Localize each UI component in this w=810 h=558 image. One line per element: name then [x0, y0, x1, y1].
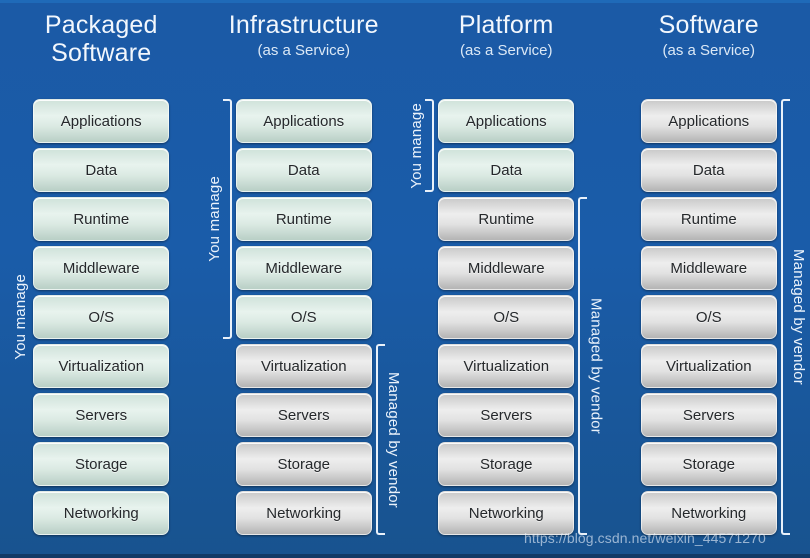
column-subtitle: (as a Service) [459, 42, 553, 59]
layer-box-o-s: O/S [438, 295, 575, 339]
layer-box-data: Data [235, 148, 372, 192]
bracket-rule [578, 197, 588, 535]
column-headers: Packaged Software Infrastructure (as a Serv… [0, 3, 810, 95]
layer-box-storage: Storage [438, 442, 575, 486]
layer-box-servers: Servers [33, 393, 170, 437]
layer-box-data: Data [640, 148, 777, 192]
bracket-label-managed-by-vendor: Managed by vendor [587, 298, 605, 434]
layer-box-virtualization: Virtualization [640, 344, 777, 388]
column-title: Packaged [44, 11, 158, 39]
cloud-service-models-diagram: Packaged Software Infrastructure (as a Serv… [0, 0, 810, 558]
bracket-rule [375, 344, 385, 535]
layer-box-data: Data [438, 148, 575, 192]
layer-stack: Applications Data Runtime Middleware O/S Virt… [408, 95, 604, 535]
layer-box-applications: Applications [235, 99, 372, 143]
layer-box-networking: Networking [33, 491, 170, 535]
layer-box-storage: Storage [33, 442, 170, 486]
layer-box-runtime: Runtime [235, 197, 372, 241]
bracket-managed-by-vendor: Managed by vendor [578, 197, 604, 535]
layer-box-applications: Applications [640, 99, 777, 143]
layer-box-middleware: Middleware [640, 246, 777, 290]
column-header-infrastructure-as-a-service: Infrastructure (as a Service) [203, 3, 406, 95]
column-subtitle: (as a Service) [257, 42, 351, 59]
layer-box-applications: Applications [33, 99, 170, 143]
layer-box-storage: Storage [640, 442, 777, 486]
bracket-managed-by-vendor: Managed by vendor [780, 99, 807, 535]
layer-box-networking: Networking [640, 491, 777, 535]
column-infrastructure-as-a-service: Applications Data Runtime Middleware O/S Virt… [203, 95, 406, 554]
layer-box-applications: Applications [438, 99, 575, 143]
bracket-you-manage: You manage [206, 99, 232, 339]
column-title: Infrastructure [228, 11, 379, 39]
bracket-managed-by-vendor: Managed by vendor [375, 344, 402, 535]
layer-box-servers: Servers [438, 393, 575, 437]
bracket-label-managed-by-vendor: Managed by vendor [789, 249, 807, 385]
layer-box-o-s: O/S [33, 295, 170, 339]
layer-box-storage: Storage [235, 442, 372, 486]
layer-box-runtime: Runtime [438, 197, 575, 241]
layer-box-middleware: Middleware [235, 246, 372, 290]
bracket-rule [222, 99, 232, 339]
layer-box-servers: Servers [640, 393, 777, 437]
columns-container: Applications Data Runtime Middleware O/S Virt… [0, 95, 810, 554]
layer-box-middleware: Middleware [438, 246, 575, 290]
column-header-packaged-software: Packaged Software [0, 3, 203, 95]
layer-box-middleware: Middleware [33, 246, 170, 290]
layer-box-virtualization: Virtualization [235, 344, 372, 388]
layer-box-data: Data [33, 148, 170, 192]
layer-box-networking: Networking [438, 491, 575, 535]
layer-box-virtualization: Virtualization [438, 344, 575, 388]
bracket-you-manage: You manage [408, 99, 435, 192]
bracket-label-you-manage: You manage [408, 102, 426, 189]
bracket-rule [780, 99, 790, 535]
bracket-you-manage: You manage [12, 99, 29, 535]
layer-box-virtualization: Virtualization [33, 344, 170, 388]
layer-box-runtime: Runtime [33, 197, 170, 241]
layer-stack: Applications Data Runtime Middleware O/S Virt… [12, 95, 170, 535]
column-title-line2: Software [51, 39, 152, 67]
column-packaged-software: Applications Data Runtime Middleware O/S Virt… [0, 95, 203, 554]
layer-box-servers: Servers [235, 393, 372, 437]
column-title: Software [658, 11, 759, 39]
layer-box-runtime: Runtime [640, 197, 777, 241]
layer-stack: Applications Data Runtime Middleware O/S Virt… [206, 95, 402, 535]
bracket-rule [425, 99, 435, 192]
column-subtitle: (as a Service) [662, 42, 756, 59]
layer-stack: Applications Data Runtime Middleware O/S Virt… [640, 95, 807, 535]
bracket-label-you-manage: You manage [12, 274, 30, 360]
layer-box-o-s: O/S [640, 295, 777, 339]
bracket-label-managed-by-vendor: Managed by vendor [384, 371, 402, 508]
column-title: Platform [458, 11, 554, 39]
layer-box-networking: Networking [235, 491, 372, 535]
layer-box-o-s: O/S [235, 295, 372, 339]
bracket-label-you-manage: You manage [205, 176, 223, 262]
column-platform-as-a-service: Applications Data Runtime Middleware O/S Virt… [405, 95, 608, 554]
column-header-software-as-a-service: Software (as a Service) [608, 3, 810, 95]
column-software-as-a-service: Applications Data Runtime Middleware O/S Virt… [608, 95, 810, 554]
column-header-platform-as-a-service: Platform (as a Service) [405, 3, 608, 95]
